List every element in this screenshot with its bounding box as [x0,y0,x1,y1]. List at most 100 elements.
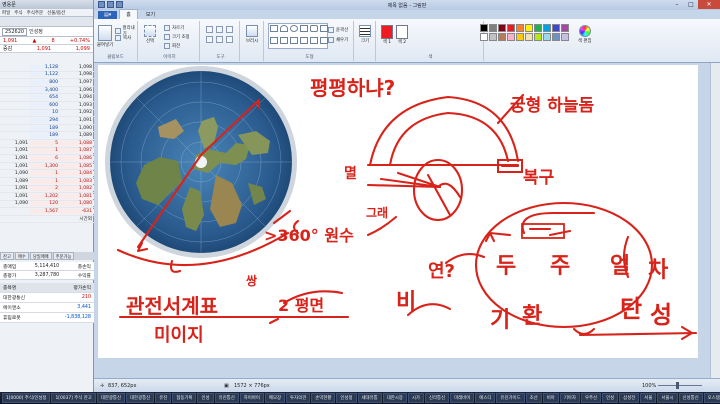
taskbar-item[interactable]: 세대유통 [357,393,382,403]
menu-item[interactable]: 선물/옵션 [47,10,65,16]
undo-icon[interactable] [107,1,114,8]
brush-button[interactable]: 브러시 [246,25,258,44]
palette-swatch[interactable] [561,24,569,32]
symbol-code-input[interactable]: 252620 [2,27,28,36]
taskbar-item[interactable]: 오스템 [703,393,720,403]
orderbook-row[interactable]: 189 1,089 [0,132,94,140]
rotate-button[interactable]: 회전 [164,43,180,49]
palette-swatch[interactable] [516,33,524,41]
copy-button[interactable]: 복사 [115,35,131,41]
orderbook-row[interactable]: 654 1,094 [0,94,94,102]
magnifier-icon[interactable] [226,36,233,43]
zoom-slider-thumb[interactable] [676,382,679,389]
callout-shape-icon[interactable] [320,36,328,44]
taskbar-item[interactable]: 기아차 [559,393,580,403]
taskbar-item[interactable]: 신라통신 [424,393,450,403]
taskbar-item[interactable]: 인성정 [336,393,357,403]
taskbar-item[interactable]: 비아 [542,393,559,403]
save-icon[interactable] [98,1,105,8]
zoom-slider-track[interactable] [658,385,702,386]
fill-icon[interactable] [216,26,223,33]
palette-swatch[interactable] [498,33,506,41]
taskbar-item[interactable]: 시가 [407,393,424,403]
palette-swatch[interactable] [534,33,542,41]
tab-balance[interactable]: 잔고 [0,252,14,260]
taskbar-item[interactable]: 대한광통신 [96,393,126,403]
orderbook-row[interactable]: 189 1,090 [0,125,94,133]
resize-button[interactable]: 크기 조정 [164,34,190,40]
triangle-shape-icon[interactable] [270,36,278,44]
select-button[interactable]: 선택 [144,25,156,44]
rounded-rect-shape-icon[interactable] [310,25,318,32]
close-button[interactable]: ✕ [698,0,720,9]
palette-swatch[interactable] [552,33,560,41]
orderbook-row[interactable]: 1,128 1,098 [0,64,94,72]
color-picker-icon[interactable] [216,36,223,43]
line-shape-icon[interactable] [270,25,278,32]
taskbar-item[interactable]: 유진 [155,393,172,403]
palette-swatch[interactable] [498,24,506,32]
outline-button[interactable]: 윤곽선 [328,27,348,33]
drawing-canvas[interactable]: 평평하냐? 궁형 하늘돔 멸 복구 그래 >360° 원수 비 연? 두 주 얼… [98,65,698,358]
orderbook-row[interactable]: 1,567 -631 [0,208,94,216]
orderbook-row[interactable]: 1,091 1,202 1,081 [0,193,94,201]
taskbar-item[interactable]: 서울시 [657,393,678,403]
taskbar-item[interactable]: 대한광통신 [126,393,155,403]
taskbar-item[interactable]: 조선 [525,393,542,403]
menu-item[interactable]: 주식주문 [27,10,44,16]
color1-button[interactable]: 색 1 [381,25,393,45]
orderbook-row[interactable]: 1,091 5 1,088 [0,140,94,148]
color2-button[interactable]: 색 2 [396,25,408,45]
palette-swatch[interactable] [507,33,515,41]
crop-button[interactable]: 자르기 [164,25,184,31]
shapes-gallery[interactable] [268,23,328,49]
tab-buy[interactable]: 매수 [14,252,29,260]
taskbar-item[interactable]: 하이바이 [239,393,264,403]
text-icon[interactable] [226,26,233,33]
palette-swatch[interactable] [480,33,488,41]
table-row[interactable]: 대한광통신 210 [0,293,94,303]
arrow-shape-icon[interactable] [300,36,308,44]
edit-colors-button[interactable]: 색 편집 [578,25,592,44]
curve-shape-icon[interactable] [280,25,288,32]
taskbar-item[interactable]: 유진가이드 [496,393,525,403]
taskbar-item[interactable]: 서울 [640,393,657,403]
star-shape-icon[interactable] [310,36,318,44]
tab-view[interactable]: 보기 [140,10,161,19]
palette-swatch[interactable] [543,24,551,32]
palette-swatch[interactable] [543,33,551,41]
pentagon-shape-icon[interactable] [290,36,298,44]
vertical-scrollbar[interactable] [710,63,720,378]
taskbar-item[interactable]: 1[0037] 주식 잔고 [51,393,96,403]
orderbook-row[interactable]: 600 1,093 [0,102,94,110]
minimize-button[interactable]: – [670,0,684,9]
pencil-icon[interactable] [206,26,213,33]
redo-icon[interactable] [116,1,123,8]
taskbar-item[interactable]: 손익현황 [311,393,336,403]
palette-swatch[interactable] [525,24,533,32]
table-row[interactable]: 휴림로봇 -1,838,128 [0,313,94,323]
palette-swatch[interactable] [561,33,569,41]
taskbar-item[interactable]: 메모장 [264,393,286,403]
orderbook-row[interactable]: 1,091 1,300 1,085 [0,163,94,171]
diamond-shape-icon[interactable] [280,36,288,44]
taskbar-item[interactable]: 유진통신 [214,393,239,403]
file-menu-button[interactable]: ▤▾ [98,11,118,19]
palette-swatch[interactable] [507,24,515,32]
palette-swatch[interactable] [534,24,542,32]
table-row[interactable]: 에이앤소 3,441 [0,303,94,313]
orderbook-row[interactable]: 1,091 6 1,086 [0,155,94,163]
orderbook-row[interactable]: 3,400 1,096 [0,87,94,95]
tab-available[interactable]: 주문가능 [52,252,75,260]
taskbar-item[interactable]: 대한시장 [382,393,407,403]
palette-swatch[interactable] [552,24,560,32]
orderbook-row[interactable]: 294 1,091 [0,117,94,125]
orderbook-row[interactable]: 800 1,097 [0,79,94,87]
menu-item[interactable]: 주식 [14,10,22,16]
polygon-shape-icon[interactable] [320,25,328,32]
taskbar-item[interactable]: 1[0000] 주식/인성정 [2,393,51,403]
fill-shape-button[interactable]: 채우기 [328,37,348,43]
taskbar-item[interactable]: 인성 [197,393,214,403]
taskbar-item[interactable]: 신성통신 [678,393,703,403]
palette-swatch[interactable] [480,24,488,32]
